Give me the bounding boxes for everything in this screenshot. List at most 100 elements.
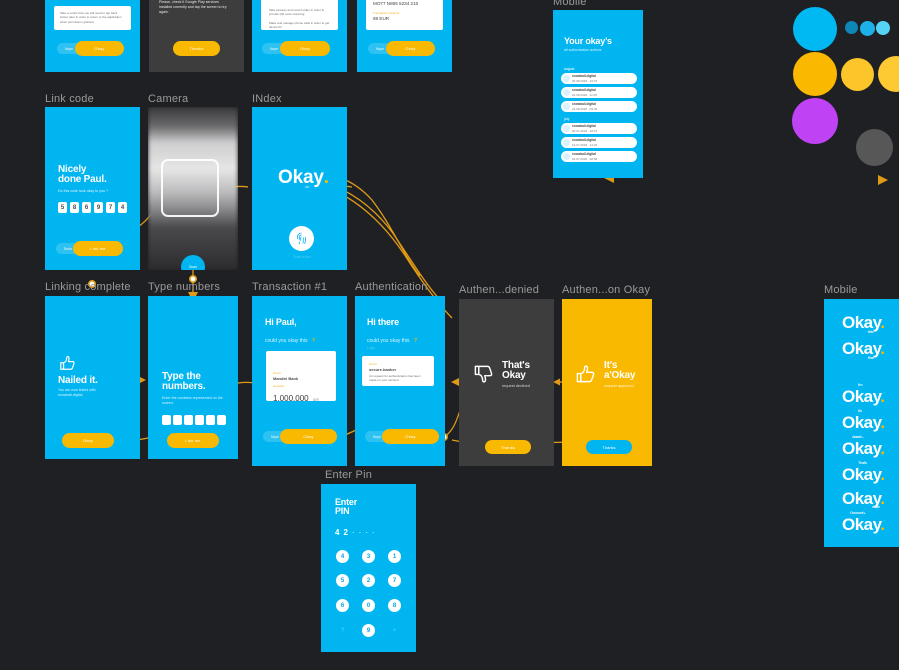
list-item-meta: 30.07.2018 · 18:12 — [572, 128, 598, 133]
artboard-account[interactable]: MANDIRI BANK INDONESIA, KS IBAN of the C… — [357, 0, 452, 72]
index-scan-fab[interactable] — [289, 226, 314, 251]
transaction-from-value: Mandiri Bank — [273, 376, 299, 381]
list-item[interactable]: snowball.digital 30.07.2018 · 18:12 — [561, 123, 637, 134]
artboard-transaction[interactable]: Hi Paul, could you okay this ? From Mand… — [252, 296, 347, 466]
swatch-amber-mid[interactable] — [841, 58, 874, 91]
artboard-type-numbers[interactable]: Type the numbers. Enter the numbers repr… — [148, 296, 238, 459]
artboard-mobile-list[interactable]: Your okay’s all authorization actions au… — [553, 10, 643, 178]
authentication-section-label: Login — [367, 346, 376, 350]
artboard-auth-okay[interactable]: It's a'Okay request approved Thanks — [562, 299, 652, 466]
permissions-ok-button[interactable]: Okay — [75, 41, 124, 56]
camera-permission-card: Take pictures and record video in order … — [261, 0, 338, 30]
list-item[interactable]: snowball.digital 19.07.2018 · 14:20 — [561, 137, 637, 148]
code-digit: 8 — [70, 202, 79, 213]
play-services-ok-button[interactable]: Thanks — [173, 41, 220, 56]
number-slot[interactable] — [162, 415, 171, 425]
camera-permission-ok-button[interactable]: Okay — [280, 41, 330, 56]
pin-key[interactable]: 6 — [336, 599, 349, 612]
okay-dot: . — [880, 313, 885, 332]
artboard-auth-denied[interactable]: That's Okay request declined Thanks — [459, 299, 554, 466]
authentication-card: From secure.banker An request for authen… — [362, 356, 434, 386]
artboard-index[interactable]: Okay. ok Scan to link — [252, 107, 347, 270]
list-item-meta: 19.07.2018 · 14:20 — [572, 142, 598, 147]
list-item[interactable]: snowball.digital 25.08.2018 · 16:47 — [561, 73, 637, 84]
list-item[interactable]: snowball.digital 24.08.2018 · 11:05 — [561, 87, 637, 98]
auth-okay-thanks-button[interactable]: Thanks — [586, 440, 632, 454]
pin-keypad[interactable]: 4 3 1 5 2 7 6 0 8 ? 9 × — [321, 484, 416, 652]
pin-key[interactable]: 2 — [362, 574, 375, 587]
cloud-icon — [563, 139, 570, 146]
account-ok-button[interactable]: Okay — [386, 41, 435, 56]
link-code-title-2: done Paul. — [58, 174, 107, 185]
list-item-meta: 21.08.2018 · 09:32 — [572, 106, 598, 111]
pin-key[interactable]: 4 — [336, 550, 349, 563]
artboard-enter-pin[interactable]: Enter PIN 4 2 · · · · 4 3 1 5 2 7 6 0 8 … — [321, 484, 416, 652]
transaction-okay-button[interactable]: Okay — [280, 429, 337, 444]
authentication-from-value: secure.banker — [369, 367, 397, 372]
okay-entry: Okay. It's — [842, 408, 885, 433]
swatch-magenta[interactable] — [792, 98, 838, 144]
type-numbers-link-button[interactable]: Link me — [167, 433, 219, 448]
cloud-icon — [563, 89, 570, 96]
cloud-icon — [563, 125, 570, 132]
authentication-okay-button[interactable]: Okay — [382, 429, 439, 444]
transaction-greeting-2: could you okay this — [265, 338, 308, 344]
artboard-linking-complete[interactable]: Nailed it. You are now linked with snowb… — [45, 296, 140, 459]
pin-key[interactable]: 8 — [388, 599, 401, 612]
label-mobile-list: Mobile — [553, 0, 587, 8]
pin-key[interactable]: 5 — [336, 574, 349, 587]
artboard-mobile-okays[interactable]: Okay. this Okay. that Okay. I'm Okay. It… — [824, 299, 899, 547]
artboard-link-code[interactable]: Nicely done Paul. Do this code look okay… — [45, 107, 140, 270]
code-digit: 5 — [58, 202, 67, 213]
okay-tag: this — [868, 329, 874, 334]
pin-key[interactable]: 9 — [362, 624, 375, 637]
pin-key-delete[interactable]: × — [388, 624, 401, 637]
swatch-blue-dark-dot[interactable] — [845, 21, 858, 34]
auth-denied-thanks-button[interactable]: Thanks — [485, 440, 531, 454]
list-item[interactable]: snowball.digital 21.08.2018 · 09:32 — [561, 101, 637, 112]
artboard-permissions[interactable]: Take a notice that you will need to tap … — [45, 0, 140, 72]
okay-tag: that — [868, 355, 874, 360]
list-item-meta: 24.08.2018 · 11:05 — [572, 92, 597, 97]
okay-word: Okay — [842, 413, 881, 432]
type-numbers-title-2: numbers. — [162, 381, 206, 392]
artboard-play-services[interactable]: Please, check if Google Play services in… — [149, 0, 244, 72]
number-slot[interactable] — [206, 415, 215, 425]
link-code-link-button[interactable]: Link me — [73, 241, 123, 256]
swatch-blue-light-dot[interactable] — [876, 21, 890, 35]
permissions-body: Take a notice that you will need to tap … — [60, 11, 122, 24]
label-auth-denied: Authen...denied — [459, 284, 540, 296]
label-enter-pin: Enter Pin — [325, 469, 373, 481]
swatch-blue-mid-dot[interactable] — [860, 21, 875, 36]
pin-key[interactable]: 0 — [362, 599, 375, 612]
transaction-amount-value: 1.000.000 — [273, 394, 309, 403]
okay-entry: Okay. that — [842, 339, 885, 360]
pin-key[interactable]: 1 — [388, 550, 401, 563]
list-item[interactable]: snowball.digital 04.07.2018 · 08:58 — [561, 151, 637, 162]
label-camera: Camera — [148, 93, 189, 105]
linking-complete-okay-button[interactable]: Okay — [62, 433, 114, 448]
number-slot[interactable] — [217, 415, 226, 425]
swatch-gray[interactable] — [856, 129, 893, 166]
mobile-list-subtitle: all authorization actions — [564, 48, 602, 52]
pin-key-help[interactable]: ? — [336, 624, 349, 637]
pin-key[interactable]: 3 — [362, 550, 375, 563]
okay-tag: It's — [858, 408, 862, 413]
artboard-camera-permission[interactable]: Take pictures and record video in order … — [252, 0, 347, 72]
design-canvas[interactable]: Take a notice that you will need to tap … — [0, 0, 899, 670]
label-auth-okay: Authen...on Okay — [562, 284, 651, 296]
label-index: INdex — [252, 93, 282, 105]
number-slot[interactable] — [173, 415, 182, 425]
number-slot[interactable] — [195, 415, 204, 425]
pin-key[interactable]: 7 — [388, 574, 401, 587]
swatch-amber-light[interactable] — [878, 56, 899, 92]
cloud-icon — [563, 153, 570, 160]
swatch-amber-primary[interactable] — [793, 52, 837, 96]
okay-tag: I'm — [858, 382, 863, 387]
artboard-authentication[interactable]: Hi there could you okay this ? Login Fro… — [355, 296, 445, 466]
account-amount-label: Transaction amount — [373, 12, 400, 15]
swatch-cyan-primary[interactable] — [793, 7, 837, 51]
artboard-camera[interactable]: Scan — [148, 107, 238, 270]
okay-entry: Okay. I'm — [842, 382, 885, 407]
number-slot[interactable] — [184, 415, 193, 425]
